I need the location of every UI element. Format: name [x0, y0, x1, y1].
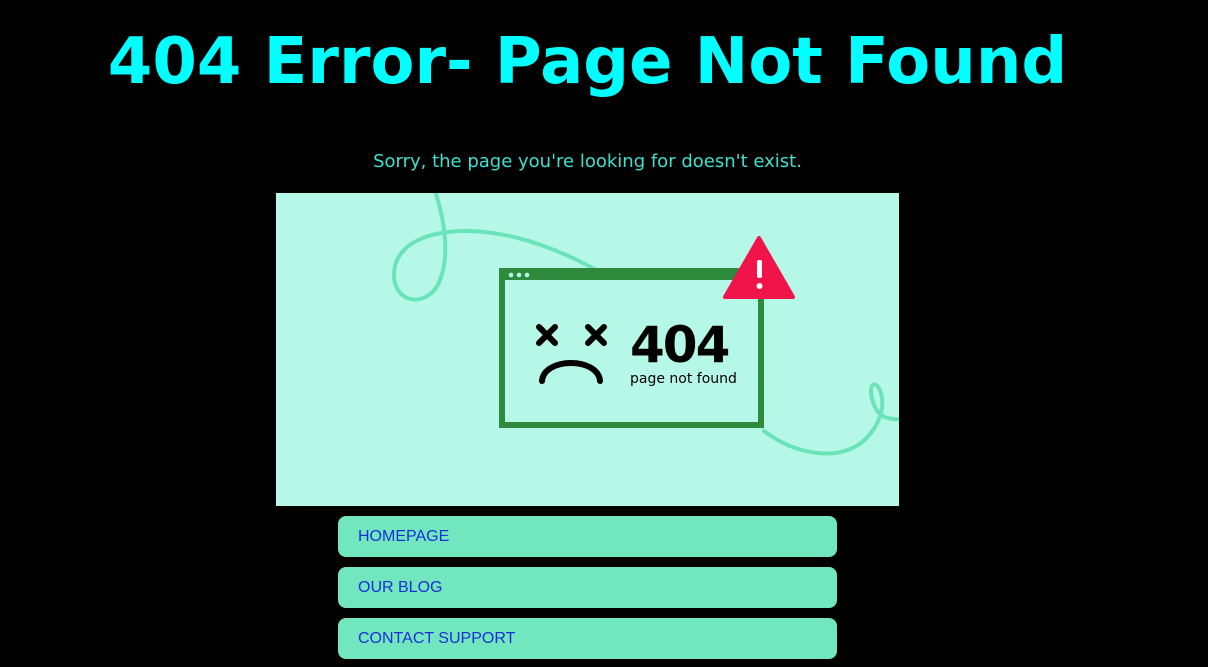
nav-contact-support-label: CONTACT SUPPORT [358, 629, 516, 647]
page-title: 404 Error- Page Not Found [107, 25, 1068, 99]
illustration-code: 404 [630, 316, 729, 374]
nav-blog-label: OUR BLOG [358, 578, 443, 596]
nav-homepage-button[interactable]: HOMEPAGE [338, 516, 837, 557]
nav-blog-button[interactable]: OUR BLOG [338, 567, 837, 608]
page-subtitle: Sorry, the page you're looking for doesn… [373, 151, 802, 172]
warning-triangle-icon [723, 236, 795, 299]
error-illustration: 404 page not found [276, 193, 899, 506]
decorative-squiggle-bottom [762, 382, 899, 456]
illustration-caption: page not found [630, 371, 737, 387]
nav-homepage-label: HOMEPAGE [358, 527, 450, 545]
nav-contact-support-button[interactable]: CONTACT SUPPORT [338, 618, 837, 659]
